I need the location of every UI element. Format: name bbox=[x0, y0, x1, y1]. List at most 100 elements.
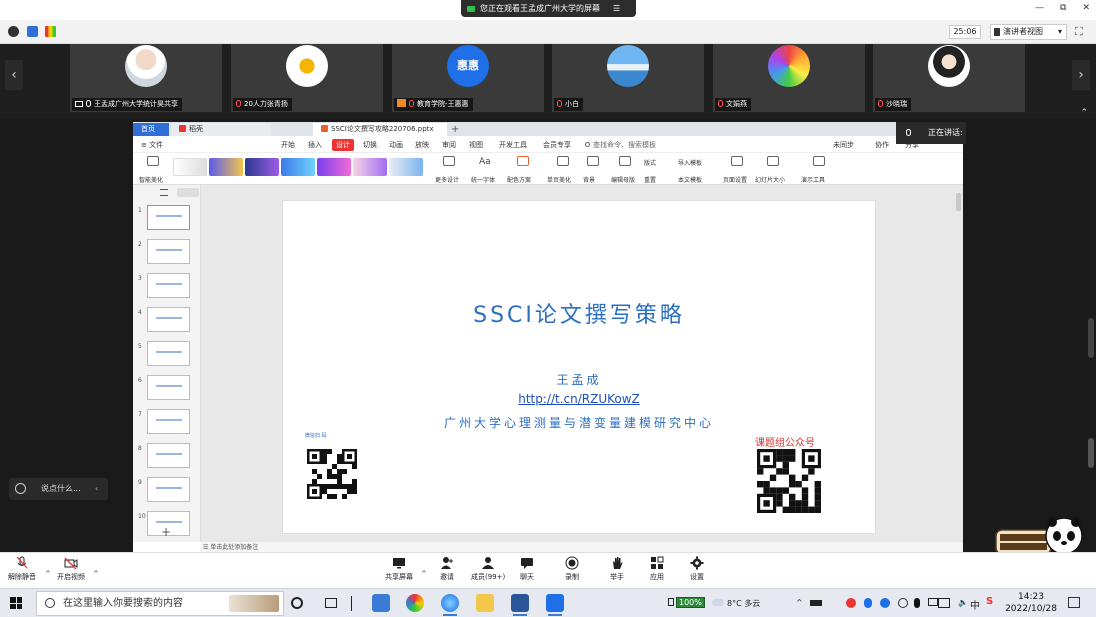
qr-code-right[interactable] bbox=[757, 449, 821, 513]
chevron-up-icon[interactable]: ^ bbox=[421, 570, 427, 578]
page-beautify-icon[interactable] bbox=[557, 156, 569, 166]
collapse-strip-icon[interactable]: ⌃ bbox=[1080, 108, 1088, 118]
members-button[interactable]: 成员(99+) bbox=[471, 556, 505, 582]
slide-thumbnail[interactable] bbox=[147, 477, 190, 502]
smart-beautify-icon[interactable] bbox=[147, 156, 159, 166]
notification-icon[interactable] bbox=[1068, 597, 1080, 608]
outline-view-toggle[interactable] bbox=[177, 188, 199, 197]
page-setup-label[interactable]: 页面设置 bbox=[723, 175, 747, 184]
chat-button[interactable]: 聊天 bbox=[520, 556, 534, 582]
tab-document[interactable]: SSCI论文撰写攻略220706.pptx bbox=[313, 123, 447, 136]
qr-label[interactable]: 课题组公众号 bbox=[755, 434, 815, 449]
slide-thumbnail[interactable] bbox=[147, 341, 190, 366]
chevron-up-icon[interactable]: ^ bbox=[93, 570, 99, 578]
file-explorer-icon[interactable] bbox=[476, 594, 494, 612]
side-drag-handle[interactable] bbox=[1088, 438, 1094, 468]
edit-master-label[interactable]: 编辑母版 bbox=[611, 175, 635, 184]
participant-tile[interactable]: 沙晓瑞 bbox=[873, 44, 1025, 112]
sogou-ime-icon[interactable]: S bbox=[986, 596, 993, 607]
share-status-pill[interactable]: 您正在观看王孟成广州大学的屏幕 ☰ bbox=[461, 0, 636, 17]
font-icon[interactable]: Aa bbox=[479, 157, 491, 167]
fullscreen-icon[interactable]: ⛶ bbox=[1075, 25, 1083, 39]
menu-view[interactable]: 视图 bbox=[469, 140, 483, 150]
info-icon[interactable] bbox=[8, 26, 19, 37]
word-icon[interactable] bbox=[511, 594, 529, 616]
volume-icon[interactable]: 🔈 bbox=[958, 598, 968, 607]
smart-beautify-label[interactable]: 智能美化 bbox=[139, 175, 163, 184]
taskbar-clock[interactable]: 14:23 2022/10/28 bbox=[1004, 591, 1058, 615]
participant-tile[interactable]: 文娟燕 bbox=[713, 44, 865, 112]
template-thumb[interactable] bbox=[209, 158, 243, 176]
view-mode-select[interactable]: 演讲者视图 ▾ bbox=[990, 24, 1067, 40]
side-drag-handle[interactable] bbox=[1088, 318, 1094, 358]
chevron-up-icon[interactable]: ^ bbox=[45, 570, 51, 578]
slide-thumbnail[interactable] bbox=[147, 205, 190, 230]
weather-widget[interactable]: 8°C 多云 bbox=[712, 598, 760, 609]
record-button[interactable]: 录制 bbox=[565, 556, 579, 582]
participant-tile[interactable]: 小白 bbox=[552, 44, 704, 112]
task-view-icon[interactable] bbox=[325, 598, 337, 608]
vertical-scrollbar[interactable] bbox=[956, 193, 961, 211]
qr-code-left[interactable] bbox=[307, 449, 357, 499]
slide-thumbnail[interactable] bbox=[147, 273, 190, 298]
minimize-button[interactable]: — bbox=[1035, 3, 1044, 13]
screen-capture-icon[interactable] bbox=[938, 598, 950, 608]
slide-author[interactable]: 王孟成 bbox=[283, 371, 875, 388]
emoji-icon[interactable] bbox=[15, 483, 26, 494]
notes-bar[interactable]: ☰ 单击此处添加备注 bbox=[201, 542, 963, 552]
menu-slideshow[interactable]: 放映 bbox=[415, 140, 429, 150]
page-beautify-label[interactable]: 单页美化 bbox=[547, 175, 571, 184]
meeting-app-icon[interactable] bbox=[546, 594, 564, 616]
slide-organization[interactable]: 广州大学心理测量与潜变量建模研究中心 bbox=[283, 414, 875, 431]
slide-size-label[interactable]: 幻灯片大小 bbox=[755, 175, 785, 184]
menu-design[interactable]: 设计 bbox=[332, 139, 354, 151]
template-thumb[interactable] bbox=[317, 158, 351, 176]
slide-size-icon[interactable] bbox=[767, 156, 779, 166]
tab-home[interactable]: 首页 bbox=[133, 123, 169, 136]
unmute-button[interactable]: 解除静音 bbox=[8, 556, 36, 582]
edit-master-icon[interactable] bbox=[619, 156, 631, 166]
menu-developer[interactable]: 开发工具 bbox=[499, 140, 527, 150]
collaborate-button[interactable]: 协作 bbox=[875, 140, 889, 150]
tray-app-icon[interactable] bbox=[898, 598, 908, 608]
bluetooth-icon[interactable] bbox=[864, 598, 872, 608]
slide-title[interactable]: SSCI论文撰写策略 bbox=[283, 297, 875, 329]
apps-button[interactable]: 应用 bbox=[650, 556, 664, 582]
slide-link[interactable]: http://t.cn/RZUKowZ bbox=[283, 392, 875, 406]
tray-app-icon[interactable] bbox=[880, 598, 890, 608]
menu-icon[interactable]: ☰ bbox=[613, 4, 620, 13]
template-thumb[interactable] bbox=[245, 158, 279, 176]
template-thumb[interactable] bbox=[173, 158, 207, 176]
start-video-button[interactable]: 开启视频 bbox=[57, 556, 85, 582]
menu-transition[interactable]: 切换 bbox=[363, 140, 377, 150]
participant-tile[interactable]: 王孟成广州大学统计昊共享 bbox=[70, 44, 222, 112]
add-slide-button[interactable]: + bbox=[161, 525, 171, 539]
layout-button[interactable]: 版式 bbox=[644, 158, 656, 167]
more-design-icon[interactable] bbox=[443, 156, 455, 166]
shield-icon[interactable] bbox=[27, 26, 38, 37]
new-tab-button[interactable]: + bbox=[451, 123, 461, 136]
menu-start[interactable]: 开始 bbox=[281, 140, 295, 150]
template-thumb[interactable] bbox=[353, 158, 387, 176]
strip-prev-button[interactable]: ‹ bbox=[5, 60, 23, 90]
tray-app-icon[interactable] bbox=[846, 598, 856, 608]
close-button[interactable]: ✕ bbox=[1082, 3, 1090, 13]
strip-next-button[interactable]: › bbox=[1072, 60, 1090, 90]
tray-overflow-icon[interactable]: ^ bbox=[796, 598, 803, 607]
menu-file[interactable]: ≡ 文件 bbox=[141, 140, 163, 150]
local-template-button[interactable]: 本文模板 bbox=[678, 175, 702, 184]
taskbar-search-input[interactable]: 在这里输入你要搜索的内容 bbox=[36, 591, 284, 616]
restore-button[interactable]: ⧉ bbox=[1060, 3, 1066, 13]
menu-member[interactable]: 会员专享 bbox=[543, 140, 571, 150]
command-search[interactable]: 查找命令、搜索模板 bbox=[585, 140, 656, 150]
invite-button[interactable]: 邀请 bbox=[440, 556, 454, 582]
share-screen-button[interactable]: 共享屏幕 bbox=[385, 556, 413, 582]
menu-animation[interactable]: 动画 bbox=[389, 140, 403, 150]
raise-hand-button[interactable]: 举手 bbox=[610, 556, 624, 582]
settings-button[interactable]: 设置 bbox=[690, 556, 704, 582]
laptop-icon[interactable] bbox=[810, 600, 822, 606]
page-setup-icon[interactable] bbox=[731, 156, 743, 166]
template-thumb[interactable] bbox=[281, 158, 315, 176]
slide-thumbnail[interactable] bbox=[147, 443, 190, 468]
import-template-button[interactable]: 导入模板 bbox=[678, 158, 702, 167]
